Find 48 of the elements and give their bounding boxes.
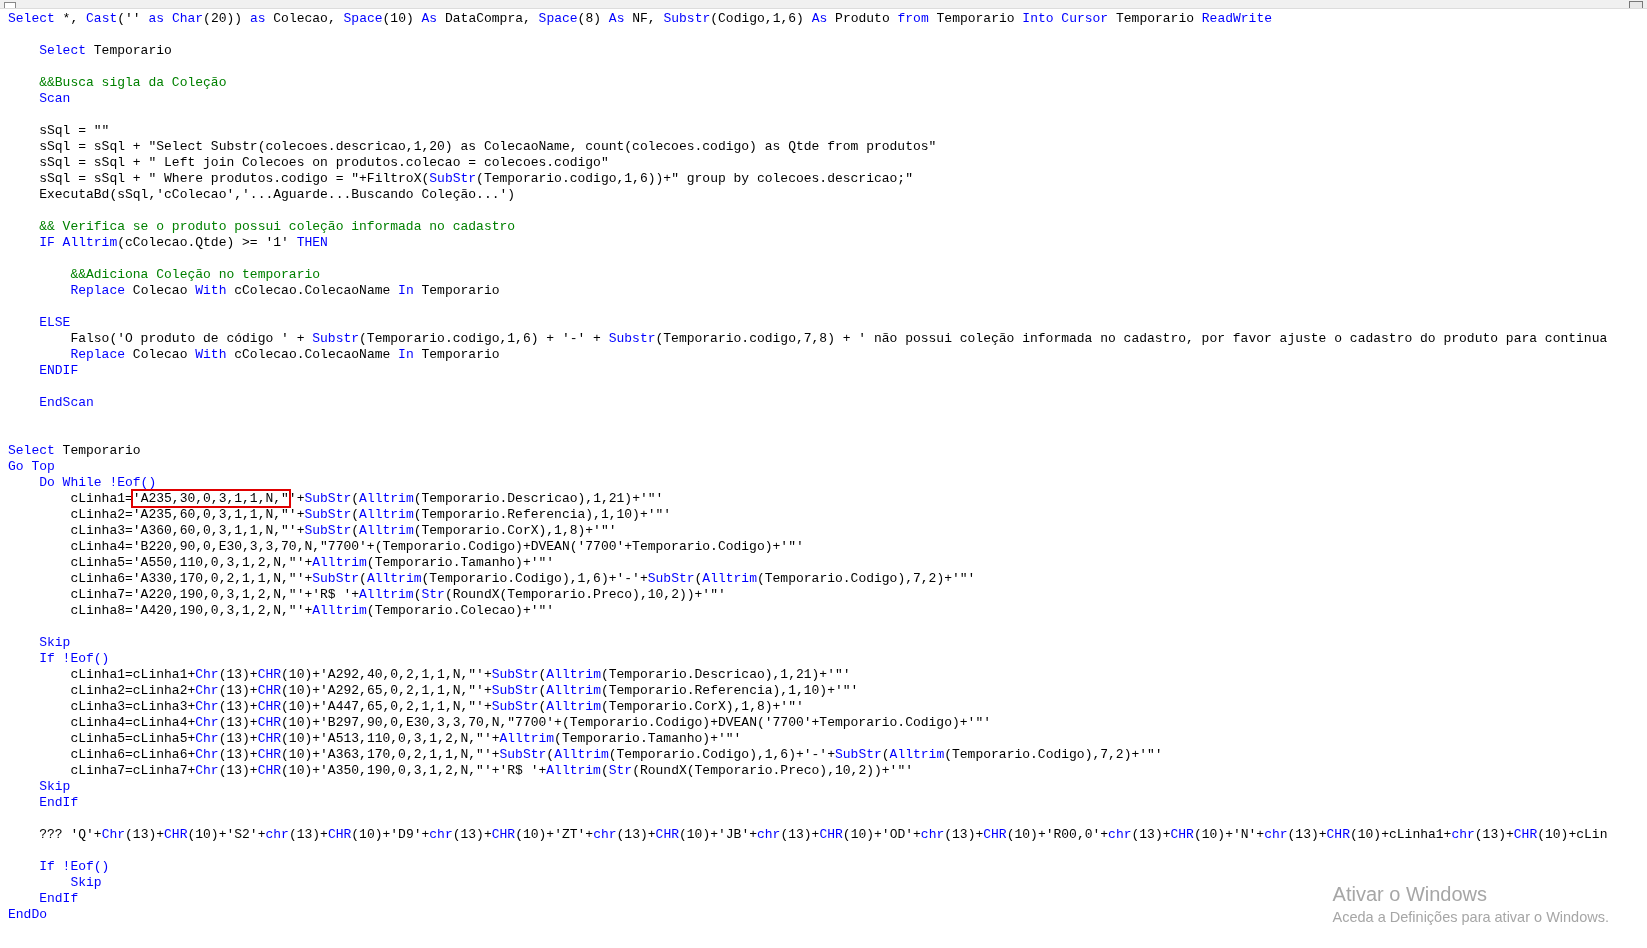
code-line: ELSE <box>38 315 71 331</box>
code-line: sSql = sSql + " Left join Colecoes on produtos.colecao = colecoes.codigo" <box>38 155 609 171</box>
activation-title: Ativar o Windows <box>1332 882 1489 906</box>
code-line: Go Top <box>8 459 55 475</box>
code-line: cLinha6=cLinha6+Chr(13)+CHR(10)+'A363,170,0,2,1,1,N,"'+SubStr(Alltrim(Temporario.Codigo),1,6)+'-'+SubStr(Alltrim(Temporario.Codigo),7,2)+'"' <box>69 747 1163 763</box>
code-line: cLinha2=cLinha2+Chr(13)+CHR(10)+'A292,65,0,2,1,1,N,"'+SubStr(Alltrim(Temporario.Referencia),1,10)+'"' <box>69 683 859 699</box>
code-line: cLinha5='A550,110,0,3,1,2,N,"'+Alltrim(Temporario.Tamanho)+'"' <box>69 555 555 571</box>
code-line: EndIf <box>38 795 79 811</box>
code-line: If !Eof() <box>38 651 110 667</box>
code-line: cLinha1=cLinha1+Chr(13)+CHR(10)+'A292,40,0,2,1,1,N,"'+SubStr(Alltrim(Temporario.Descricao),1,21)+'"' <box>69 667 851 683</box>
code-line: Skip <box>38 635 71 651</box>
code-line: IF Alltrim(cColecao.Qtde) >= '1' THEN <box>38 235 328 251</box>
code-line: cLinha3='A360,60,0,3,1,1,N,"'+SubStr(Alltrim(Temporario.CorX),1,8)+'"' <box>69 523 617 539</box>
code-line: cLinha3=cLinha3+Chr(13)+CHR(10)+'A447,65,0,2,1,1,N,"'+SubStr(Alltrim(Temporario.CorX),1,8)+'"' <box>69 699 804 715</box>
code-line: Replace Colecao With cColecao.ColecaoName In Temporario <box>69 283 500 299</box>
code-line: EndIf <box>38 891 79 907</box>
code-line: ??? 'Q'+Chr(13)+CHR(10)+'S2'+chr(13)+CHR(10)+'D9'+chr(13)+CHR(10)+'ZT'+chr(13)+CHR(10)+'JB'+chr(13)+CHR(10)+'OD'+chr(13)+CHR(10)+'R00,0'+chr(13)+CHR(10)+'N'+chr(13)+CHR(10)+cLinha1+chr(13)+CHR(10)+cLin <box>38 827 1608 843</box>
code-line: Select Temporario <box>8 443 141 459</box>
code-line: cLinha1='A235,30,0,3,1,1,N,"'+SubStr(Alltrim(Temporario.Descricao),1,21)+'"' <box>69 491 664 507</box>
code-line: Skip <box>69 875 102 891</box>
code-line: Replace Colecao With cColecao.ColecaoName In Temporario <box>69 347 500 363</box>
code-line: Select Temporario <box>38 43 172 59</box>
code-line: &&Busca sigla da Coleção <box>38 75 227 91</box>
code-line: Do While !Eof() <box>38 475 157 491</box>
code-line: cLinha2='A235,60,0,3,1,1,N,"'+SubStr(Alltrim(Temporario.Referencia),1,10)+'"' <box>69 507 672 523</box>
code-line: If !Eof() <box>38 859 110 875</box>
code-line: cLinha7=cLinha7+Chr(13)+CHR(10)+'A350,190,0,3,1,2,N,"'+'R$ '+Alltrim(Str(RoundX(Temporario.Preco),10,2))+'"' <box>69 763 913 779</box>
code-line: Select *, Cast('' as Char(20)) as Colecao, Space(10) As DataCompra, Space(8) As NF, Substr(Codigo,1,6) As Produto from Temporario Into Cursor Temporario ReadWrite <box>8 11 1273 27</box>
restore-icon[interactable] <box>1629 1 1643 8</box>
code-line: cLinha4='B220,90,0,E30,3,3,70,N,"7700'+(Temporario.Codigo)+DVEAN('7700'+Temporario.Codigo)+'"' <box>69 539 804 555</box>
code-line: cLinha6='A330,170,0,2,1,1,N,"'+SubStr(Alltrim(Temporario.Codigo),1,6)+'-'+SubStr(Alltrim(Temporario.Codigo),7,2)+'"' <box>69 571 976 587</box>
code-line: ExecutaBd(sSql,'cColecao','...Aguarde...Buscando Coleção...') <box>38 187 516 203</box>
code-line: cLinha5=cLinha5+Chr(13)+CHR(10)+'A513,110,0,3,1,2,N,"'+Alltrim(Temporario.Tamanho)+'"' <box>69 731 742 747</box>
code-line: sSql = sSql + " Where produtos.codigo = "+FiltroX(SubStr(Temporario.codigo,1,6))+" group by colecoes.descricao;" <box>38 171 913 187</box>
code-line: Falso('O produto de código ' + Substr(Temporario.codigo,1,6) + '-' + Substr(Temporario.codigo,7,8) + ' não possui coleção informada no cadastro, por favor ajuste o cadastro do produto para continua <box>69 331 1608 347</box>
code-line: cLinha7='A220,190,0,3,1,2,N,"'+'R$ '+Alltrim(Str(RoundX(Temporario.Preco),10,2))+'"' <box>69 587 726 603</box>
code-line: &&Adiciona Coleção no temporario <box>69 267 321 283</box>
code-line: cLinha8='A420,190,0,3,1,2,N,"'+Alltrim(Temporario.Colecao)+'"' <box>69 603 555 619</box>
code-line: sSql = sSql + "Select Substr(colecoes.descricao,1,20) as ColecaoName, count(colecoes.codigo) as Qtde from produtos" <box>38 139 937 155</box>
code-line: Skip <box>38 779 71 795</box>
code-line: ENDIF <box>38 363 79 379</box>
code-line: Scan <box>38 91 71 107</box>
code-line: sSql = "" <box>38 123 110 139</box>
code-line: EndDo <box>8 907 47 923</box>
code-line: EndScan <box>38 395 94 411</box>
activation-subtitle: Aceda a Definições para ativar o Windows. <box>1332 908 1609 926</box>
code-line: && Verifica se o produto possui coleção informada no cadastro <box>38 219 516 235</box>
code-line: cLinha4=cLinha4+Chr(13)+CHR(10)+'B297,90,0,E30,3,3,70,N,"7700'+(Temporario.Codigo)+DVEAN('7700'+Temporario.Codigo)+'"' <box>69 715 991 731</box>
